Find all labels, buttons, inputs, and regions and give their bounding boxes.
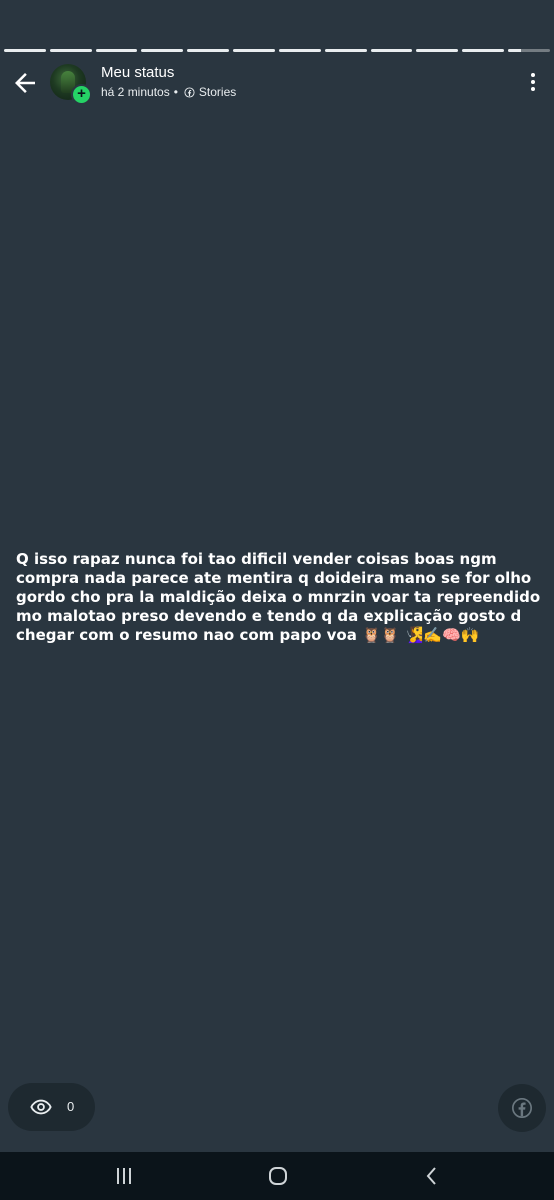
share-to-facebook-button[interactable]	[498, 1084, 546, 1132]
status-text: Q isso rapaz nunca foi tao dificil vende…	[16, 550, 541, 644]
progress-segment-fill	[233, 49, 275, 52]
recent-apps-icon	[117, 1168, 131, 1184]
more-options-button[interactable]	[528, 72, 538, 92]
progress-segment	[4, 49, 46, 52]
eye-icon	[30, 1099, 52, 1115]
progress-segment-fill	[508, 49, 521, 52]
progress-segment-fill	[370, 49, 413, 52]
separator-dot: •	[173, 85, 178, 99]
progress-segment	[416, 49, 459, 52]
progress-segment	[141, 49, 184, 52]
progress-segment	[462, 49, 505, 52]
home-button[interactable]	[266, 1164, 290, 1188]
progress-segment-fill	[49, 49, 92, 52]
progress-segment-fill	[278, 49, 321, 52]
add-status-icon[interactable]: +	[71, 84, 92, 105]
progress-segment	[508, 49, 550, 52]
status-source: Stories	[198, 85, 237, 99]
progress-segment	[187, 49, 230, 52]
progress-segment-fill	[187, 49, 230, 52]
progress-segment	[233, 49, 275, 52]
progress-segment	[49, 49, 92, 52]
progress-segment	[324, 49, 367, 52]
arrow-left-icon	[15, 73, 35, 93]
progress-segment-fill	[95, 49, 138, 52]
home-icon	[269, 1167, 287, 1185]
system-navigation-bar	[0, 1152, 554, 1200]
nav-back-icon	[426, 1167, 436, 1185]
progress-segment-fill	[324, 49, 367, 52]
nav-back-button[interactable]	[420, 1164, 444, 1188]
more-vertical-icon	[531, 73, 535, 91]
status-progress-bar	[4, 49, 550, 52]
progress-segment-fill	[462, 49, 505, 52]
progress-segment	[370, 49, 413, 52]
progress-segment	[278, 49, 321, 52]
status-time: há 2 minutos	[101, 85, 170, 99]
status-subtitle: há 2 minutos • Stories	[101, 85, 236, 99]
back-button[interactable]	[10, 68, 40, 98]
progress-segment	[95, 49, 138, 52]
facebook-icon	[512, 1098, 532, 1118]
status-header: + Meu status há 2 minutos • Stories	[0, 60, 554, 106]
recent-apps-button[interactable]	[112, 1164, 136, 1188]
views-count: 0	[67, 1099, 75, 1114]
progress-segment-fill	[4, 49, 46, 52]
views-button[interactable]: 0	[8, 1083, 95, 1131]
progress-segment-fill	[416, 49, 459, 52]
facebook-icon	[184, 86, 195, 98]
status-owner-title: Meu status	[101, 64, 175, 81]
progress-segment-fill	[141, 49, 184, 52]
